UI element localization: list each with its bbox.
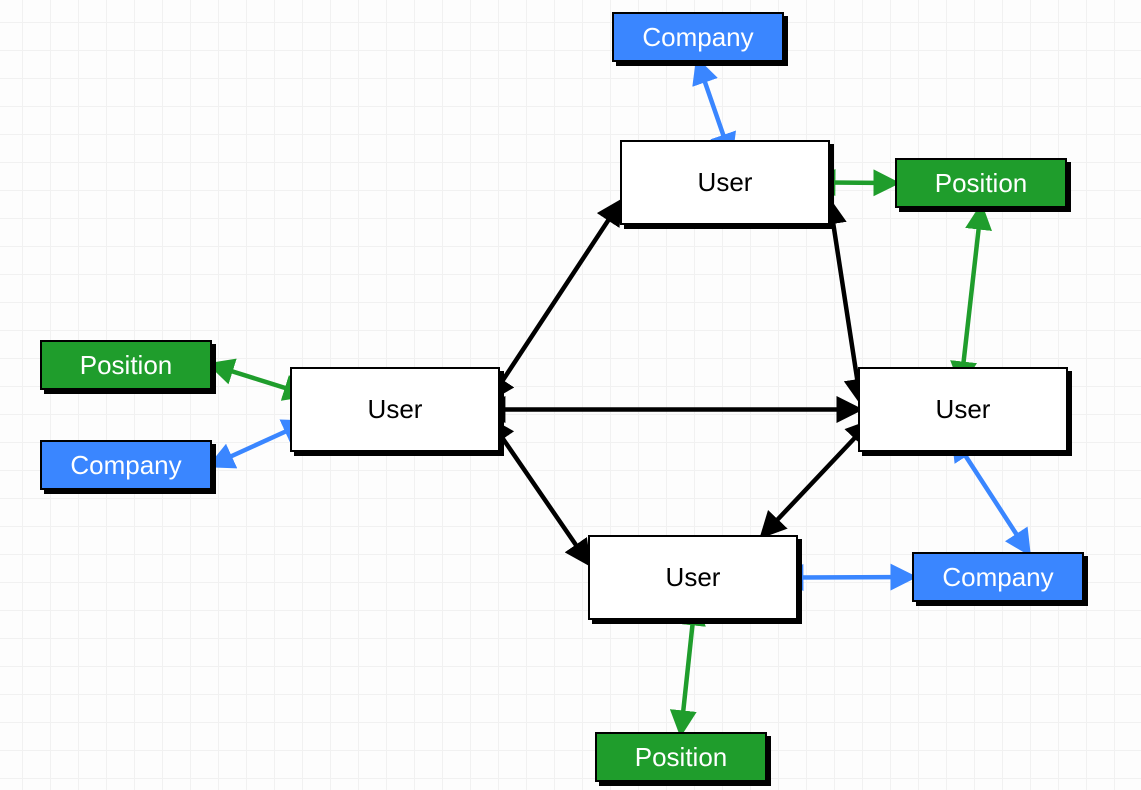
node-label: Company [70,450,181,481]
node-user-left[interactable]: User [290,367,500,452]
node-company-left[interactable]: Company [40,440,212,490]
node-user-top[interactable]: User [620,140,830,225]
node-label: User [368,394,423,425]
node-label: User [936,394,991,425]
node-label: Position [635,742,728,773]
edge-user_right-user_bottom [763,435,858,536]
node-label: Company [942,562,1053,593]
node-label: Position [80,350,173,381]
node-user-right[interactable]: User [858,367,1068,452]
edge-user_bottom-position_bottom [681,620,693,732]
diagram-canvas: User User User User Company Company Comp… [0,0,1141,790]
node-label: User [698,167,753,198]
node-position-left[interactable]: Position [40,340,212,390]
node-company-top[interactable]: Company [612,12,784,62]
edge-user_left-company_left [212,430,290,466]
edge-user_top-position_top [830,183,895,184]
node-company-right[interactable]: Company [912,552,1084,602]
edge-user_right-company_right [963,452,1028,552]
node-position-top[interactable]: Position [895,158,1067,208]
node-label: User [666,562,721,593]
edge-user_left-user_top [500,203,620,385]
edge-user_right-user_top [830,203,858,385]
node-label: Company [642,22,753,53]
edge-user_right-position_top [963,208,981,367]
edge-user_bottom-company_right [798,577,912,578]
node-label: Position [935,168,1028,199]
node-position-bottom[interactable]: Position [595,732,767,782]
node-user-bottom[interactable]: User [588,535,798,620]
edge-user_left-position_left [212,365,290,390]
edge-user_left-user_bottom [500,435,588,563]
edge-user_top-company_top [698,62,725,140]
